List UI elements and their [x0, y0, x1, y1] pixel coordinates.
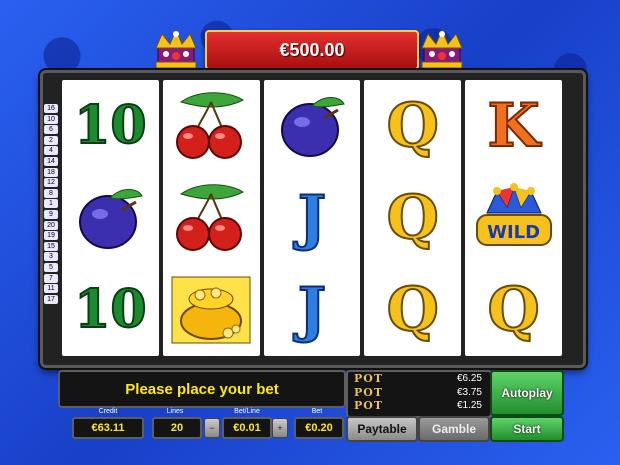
reels: 10 10 J J Q Q Q K WILD Q	[62, 80, 562, 356]
symbol-queen: Q	[370, 178, 456, 258]
credit-value: €63.11	[72, 417, 144, 439]
pot-label: POT	[354, 372, 384, 386]
reel-4: Q Q Q	[364, 80, 462, 356]
symbol-queen-label: Q	[386, 183, 440, 253]
pot-value: €6.25	[456, 373, 482, 385]
reel-2	[162, 80, 260, 356]
lines-label: Lines	[166, 408, 184, 415]
jackpot-banner: €500.00	[205, 30, 419, 70]
gold-pot-icon	[168, 270, 254, 350]
crown-left-icon	[155, 28, 197, 69]
symbol-queen-label: Q	[486, 275, 540, 345]
start-button[interactable]: Start	[490, 416, 564, 442]
payline-badge[interactable]: 11	[44, 284, 58, 294]
payline-badge[interactable]: 20	[44, 220, 58, 230]
betline-label: Bet/Line	[234, 408, 260, 415]
pot-panel: POT €6.25 POT €3.75 POT €1.25	[346, 370, 492, 418]
reel-1: 10 10	[62, 80, 159, 356]
payline-badge[interactable]: 8	[44, 188, 58, 198]
plum-icon	[269, 86, 355, 166]
payline-badge[interactable]: 9	[44, 209, 58, 219]
autoplay-button[interactable]: Autoplay	[490, 370, 564, 416]
symbol-jack: J	[269, 270, 355, 350]
symbol-queen-label: Q	[386, 91, 440, 161]
pot-label: POT	[354, 385, 384, 399]
payline-badge[interactable]: 6	[44, 125, 58, 135]
payline-badge[interactable]: 16	[44, 104, 58, 113]
symbol-jack-label: J	[297, 275, 327, 345]
symbol-ten: 10	[67, 86, 153, 166]
symbol-king: K	[471, 86, 557, 166]
cherry-icon	[168, 86, 254, 166]
symbol-ten-label: 10	[73, 95, 147, 156]
payline-badge[interactable]: 12	[44, 178, 58, 188]
payline-badge[interactable]: 14	[44, 156, 58, 166]
symbol-queen: Q	[370, 270, 456, 350]
pot-row: POT €3.75	[348, 386, 490, 400]
payline-badge[interactable]: 7	[44, 273, 58, 283]
payline-badge[interactable]: 4	[44, 146, 58, 156]
payline-indicators: 16 10 6 2 4 14 18 12 8 1 9 20 19 15 3 5 …	[44, 104, 58, 305]
bet-value: €0.20	[294, 417, 344, 439]
wild-jester-icon: WILD	[471, 178, 557, 258]
payline-badge[interactable]: 15	[44, 241, 58, 251]
reel-3: J J	[263, 80, 361, 356]
paytable-button[interactable]: Paytable	[346, 416, 418, 442]
reel-5: K WILD Q	[465, 80, 562, 356]
gamble-button[interactable]: Gamble	[418, 416, 490, 442]
payline-badge[interactable]: 2	[44, 135, 58, 145]
pot-label: POT	[354, 399, 384, 413]
symbol-queen-label: Q	[386, 275, 440, 345]
payline-badge[interactable]: 19	[44, 231, 58, 241]
crown-right-icon	[421, 28, 463, 69]
credit-label: Credit	[98, 408, 118, 415]
symbol-ten-label: 10	[73, 279, 147, 340]
symbol-jack-label: J	[297, 183, 327, 253]
symbol-queen: Q	[471, 270, 557, 350]
plum-icon	[67, 178, 153, 258]
control-panel: Please place your bet POT €6.25 POT €3.7…	[58, 368, 564, 460]
jackpot-amount: €500.00	[279, 39, 345, 60]
symbol-queen: Q	[370, 86, 456, 166]
symbol-ten: 10	[67, 270, 153, 350]
payline-badge[interactable]: 17	[44, 294, 58, 304]
bet-increase-button[interactable]: +	[272, 418, 288, 438]
payline-badge[interactable]: 5	[44, 262, 58, 272]
bet-decrease-button[interactable]: −	[204, 418, 220, 438]
cherry-icon	[168, 178, 254, 258]
payline-badge[interactable]: 3	[44, 252, 58, 262]
bet-label: Bet	[311, 408, 323, 415]
symbol-jack: J	[269, 178, 355, 258]
pot-row: POT €1.25	[348, 399, 490, 413]
pot-row: POT €6.25	[348, 372, 490, 386]
payline-badge[interactable]: 1	[44, 199, 58, 209]
wild-label: WILD	[487, 222, 541, 243]
pot-value: €3.75	[456, 386, 482, 398]
payline-badge[interactable]: 10	[44, 114, 58, 124]
status-message: Please place your bet	[58, 370, 346, 408]
lines-value[interactable]: 20	[152, 417, 202, 439]
symbol-king-label: K	[486, 91, 540, 161]
betline-value: €0.01	[222, 417, 272, 439]
payline-badge[interactable]: 18	[44, 167, 58, 177]
pot-value: €1.25	[456, 400, 482, 412]
